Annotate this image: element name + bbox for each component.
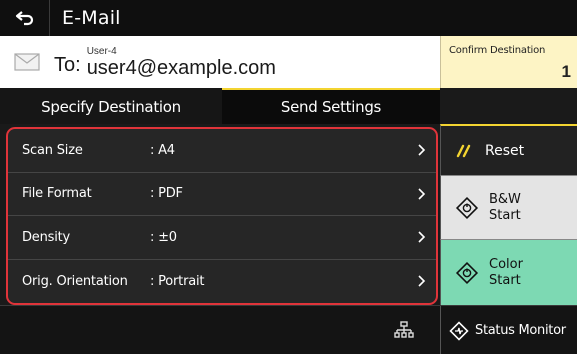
chevron-right-icon xyxy=(418,275,426,287)
status-monitor-icon xyxy=(449,320,469,341)
bw-start-line2: Start xyxy=(489,207,521,223)
setting-value: : A4 xyxy=(150,142,175,158)
setting-row-file-format[interactable]: File Format : PDF xyxy=(8,173,436,216)
setting-row-scan-size[interactable]: Scan Size : A4 xyxy=(8,129,436,173)
destination-name: User-4 xyxy=(86,45,117,57)
start-diamond-icon xyxy=(455,261,479,284)
destination-field[interactable]: To: User-4 user4@example.com xyxy=(0,36,440,88)
setting-row-orig-orientation[interactable]: Orig. Orientation : Portrait xyxy=(8,260,436,304)
chevron-right-icon xyxy=(418,188,426,200)
tab-send-settings[interactable]: Send Settings xyxy=(222,88,440,124)
setting-value: : ±0 xyxy=(150,229,177,245)
destination-count: 1 xyxy=(561,62,571,81)
reset-label: Reset xyxy=(485,142,525,159)
setting-label: File Format xyxy=(22,186,92,202)
setting-value: : PDF xyxy=(150,186,183,202)
network-icon xyxy=(394,321,414,338)
bottom-bar: Status Monitor xyxy=(0,305,577,354)
chevron-right-icon xyxy=(418,231,426,243)
title-bar: E-Mail xyxy=(0,0,577,36)
destination-address: user4@example.com xyxy=(86,56,276,79)
setting-label: Orig. Orientation xyxy=(22,273,128,289)
reset-slash-icon xyxy=(456,144,471,157)
color-start-line2: Start xyxy=(489,272,521,288)
color-start-button[interactable]: Color Start xyxy=(440,239,577,305)
chevron-right-icon xyxy=(418,144,426,156)
color-start-line1: Color xyxy=(489,256,523,272)
setting-row-density[interactable]: Density : ±0 xyxy=(8,216,436,260)
to-label: To: xyxy=(54,53,81,76)
tab-bar: Specify Destination Send Settings xyxy=(0,88,440,124)
start-diamond-icon xyxy=(455,196,479,219)
status-monitor-button[interactable]: Status Monitor xyxy=(440,306,577,354)
screen-title: E-Mail xyxy=(62,7,121,29)
envelope-icon xyxy=(14,53,40,71)
confirm-destination-label: Confirm Destination xyxy=(449,45,546,56)
bw-start-line1: B&W xyxy=(489,191,521,207)
confirm-destination-button[interactable]: Confirm Destination 1 xyxy=(440,36,577,88)
setting-label: Density xyxy=(22,229,71,245)
back-button[interactable] xyxy=(0,0,50,36)
tab-specify-destination[interactable]: Specify Destination xyxy=(0,88,222,124)
settings-list: Scan Size : A4 File Format : PDF Density… xyxy=(6,127,438,305)
setting-value: : Portrait xyxy=(150,273,205,289)
back-arrow-icon xyxy=(15,11,33,26)
status-monitor-label: Status Monitor xyxy=(475,323,566,338)
reset-button[interactable]: Reset xyxy=(440,124,577,175)
bw-start-button[interactable]: B&W Start xyxy=(440,175,577,239)
setting-label: Scan Size xyxy=(22,142,83,158)
